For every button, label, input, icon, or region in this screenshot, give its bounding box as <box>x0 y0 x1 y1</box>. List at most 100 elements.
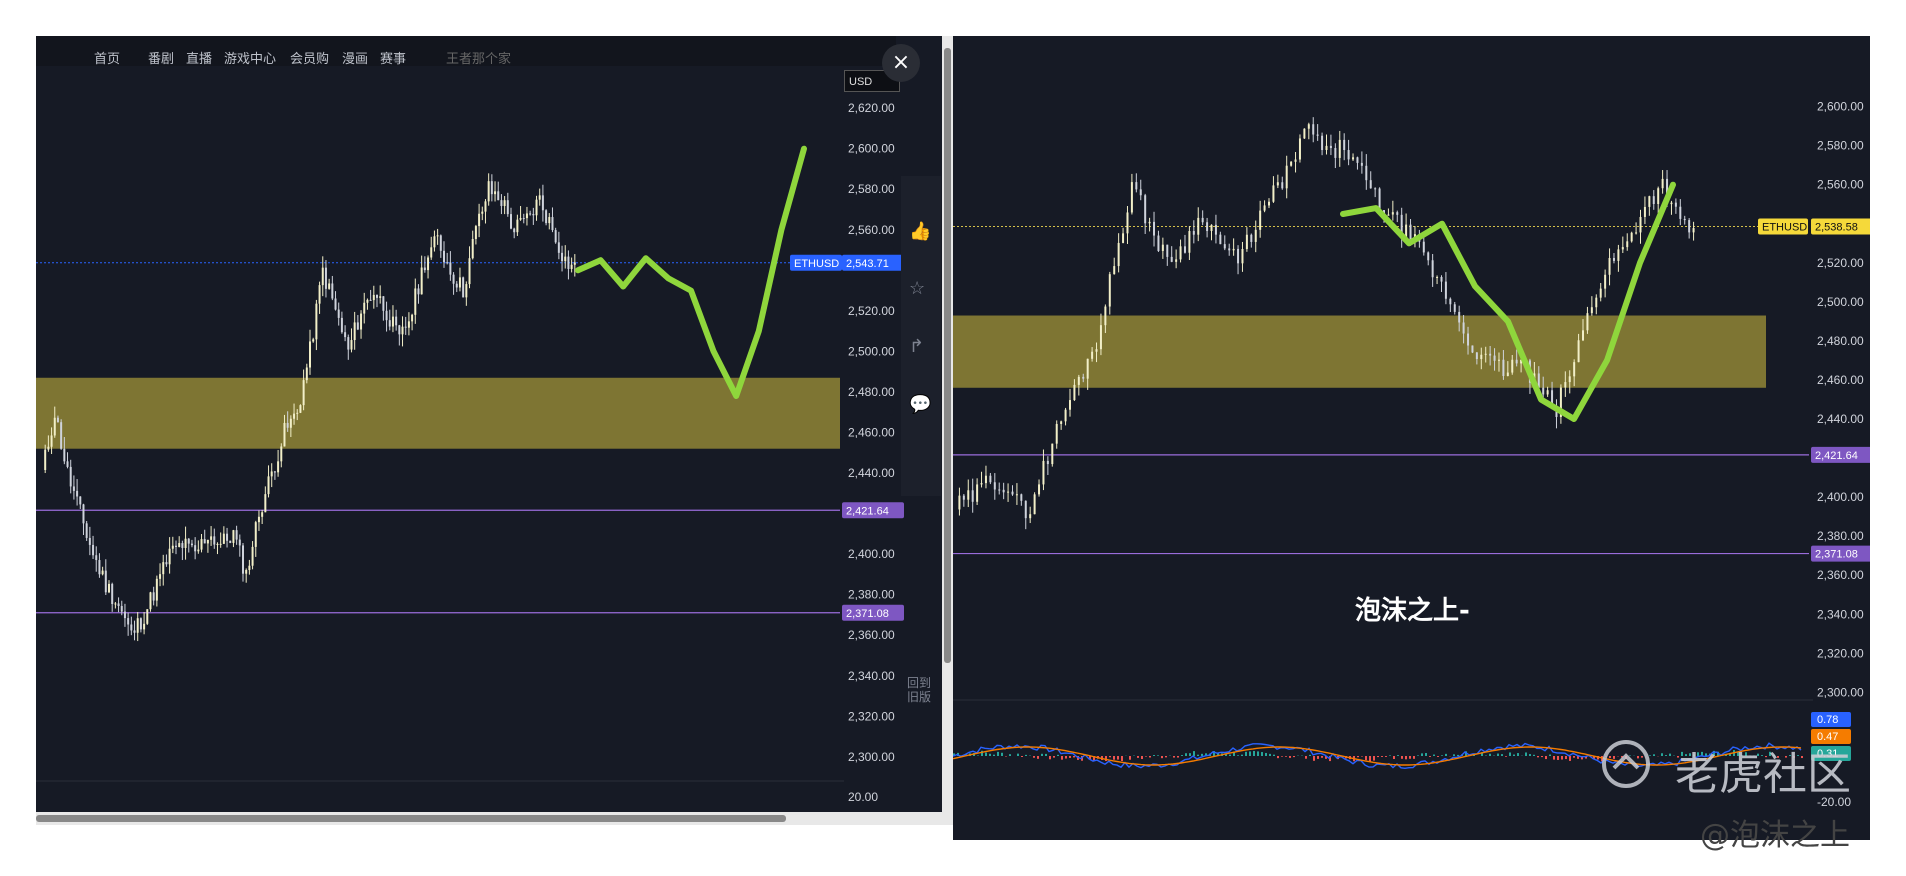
vertical-scroll-thumb[interactable] <box>944 48 951 663</box>
candle-body <box>1228 248 1231 251</box>
candle-body <box>481 211 484 214</box>
macd-histogram-bar <box>1153 755 1155 756</box>
y-tick-label-6: 2,460.00 <box>1817 373 1864 387</box>
candle-body <box>229 540 232 543</box>
y-tick-label-6: 2,480.00 <box>848 385 895 399</box>
thumbs-up-icon[interactable]: 👍 <box>909 221 931 242</box>
macd-histogram-bar <box>1445 753 1447 756</box>
candle-body <box>529 213 532 215</box>
candle-body <box>1201 217 1204 223</box>
macd-histogram-bar <box>1193 751 1195 756</box>
comment-icon[interactable]: 💬 <box>909 394 931 415</box>
macd-histogram-bar <box>1321 756 1323 758</box>
macd-histogram-bar <box>1653 754 1655 756</box>
symbol-tag-label: ETHUSD <box>1762 222 1807 234</box>
candle-body <box>101 570 104 575</box>
candle-body <box>1657 188 1660 205</box>
candle-body <box>1422 241 1425 253</box>
y-tick-label-5: 2,480.00 <box>1817 334 1864 348</box>
candle-body <box>366 299 369 303</box>
candle-body <box>123 611 126 619</box>
candle-body <box>127 618 130 625</box>
y-tick-label-2: 2,560.00 <box>1817 178 1864 192</box>
y-tick-label-7: 2,460.00 <box>848 426 895 440</box>
candle-body <box>133 630 136 633</box>
macd-histogram-bar <box>997 751 999 756</box>
macd-histogram-bar <box>1505 756 1507 757</box>
macd-histogram-bar <box>1069 756 1071 758</box>
close-button[interactable]: × <box>882 44 920 82</box>
candle-body <box>1630 232 1633 242</box>
macd-histogram-bar <box>1241 754 1243 756</box>
candle-body <box>443 250 445 263</box>
candle-body <box>254 522 257 547</box>
macd-histogram-bar <box>1401 756 1403 759</box>
macd-histogram-bar <box>1553 756 1555 760</box>
left-chart-panel: 首页 番剧 直播 游戏中心 会员购 漫画 赛事 王者那个家 2,421.64 2,… <box>36 36 953 825</box>
share-icon[interactable]: ↱ <box>909 336 924 357</box>
macd-histogram-bar <box>1109 756 1111 758</box>
candle-body <box>564 256 567 262</box>
macd-histogram-bar <box>1053 756 1055 758</box>
macd-histogram-bar <box>1185 753 1187 756</box>
candle-body <box>376 294 378 298</box>
macd-histogram-bar <box>1545 756 1547 760</box>
candle-body <box>503 200 506 207</box>
horizontal-scroll-thumb[interactable] <box>36 815 786 822</box>
candle-body <box>1458 311 1461 323</box>
candle-body <box>1046 460 1049 465</box>
macd-histogram-bar <box>1529 754 1531 756</box>
candle-body <box>1440 276 1443 282</box>
macd-histogram-bar <box>1149 756 1151 758</box>
macd-histogram-bar <box>1237 755 1239 756</box>
macd-histogram-bar <box>1113 756 1115 760</box>
candle-body <box>417 288 420 295</box>
candle-body <box>334 298 337 310</box>
candle-body <box>551 217 554 231</box>
candle-body <box>175 545 177 547</box>
macd-histogram-bar <box>1661 753 1663 756</box>
candle-body <box>82 504 85 524</box>
candle-body <box>452 274 455 284</box>
candle-body <box>264 494 267 513</box>
macd-histogram-bar <box>1421 753 1423 756</box>
candle-body <box>296 412 299 414</box>
macd-histogram-bar <box>1429 756 1431 757</box>
candle-body <box>1117 242 1120 267</box>
macd-histogram-bar <box>1357 756 1359 758</box>
indicator-axis-label: 20.00 <box>848 790 878 804</box>
candle-body <box>88 537 91 545</box>
candle-body <box>1621 247 1624 250</box>
macd-histogram-bar <box>1425 752 1427 756</box>
macd-histogram-bar <box>1141 756 1143 760</box>
candle-body <box>1166 244 1169 257</box>
candle-body <box>1135 182 1138 190</box>
star-icon[interactable]: ☆ <box>909 278 925 299</box>
candle-body <box>1635 232 1638 234</box>
candle-body <box>238 539 241 546</box>
macd-histogram-bar <box>1021 756 1023 758</box>
candle-body <box>1431 260 1434 278</box>
macd-histogram-bar <box>1669 753 1671 756</box>
candle-body <box>1179 246 1182 260</box>
candle-body <box>1294 159 1297 162</box>
price-tag-label: 2,538.58 <box>1815 222 1858 234</box>
candle-body <box>967 490 970 500</box>
candle-body <box>159 574 162 579</box>
candle-body <box>458 277 461 288</box>
y-tick-label-14: 2,300.00 <box>848 750 895 764</box>
candle-body <box>1542 387 1545 395</box>
candle-body <box>989 475 992 483</box>
candle-body <box>95 555 98 561</box>
macd-histogram-bar <box>1309 754 1311 756</box>
candle-body <box>210 536 213 540</box>
y-tick-label-8: 2,400.00 <box>1817 490 1864 504</box>
back-to-old-version-button[interactable]: 回到旧版 <box>907 676 935 704</box>
candle-body <box>449 262 452 275</box>
candle-body <box>388 320 391 327</box>
candle-body <box>242 545 244 574</box>
candle-body <box>525 213 528 219</box>
candle-body <box>305 367 308 381</box>
candle-body <box>98 560 101 575</box>
macd-histogram-bar <box>1265 752 1267 756</box>
